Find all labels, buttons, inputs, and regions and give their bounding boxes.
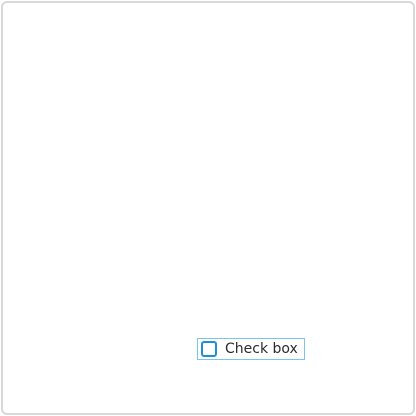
checkbox-label[interactable]: Check box (225, 339, 298, 359)
check-box[interactable]: Check box (197, 338, 305, 360)
checkbox-square-icon[interactable] (201, 341, 217, 357)
